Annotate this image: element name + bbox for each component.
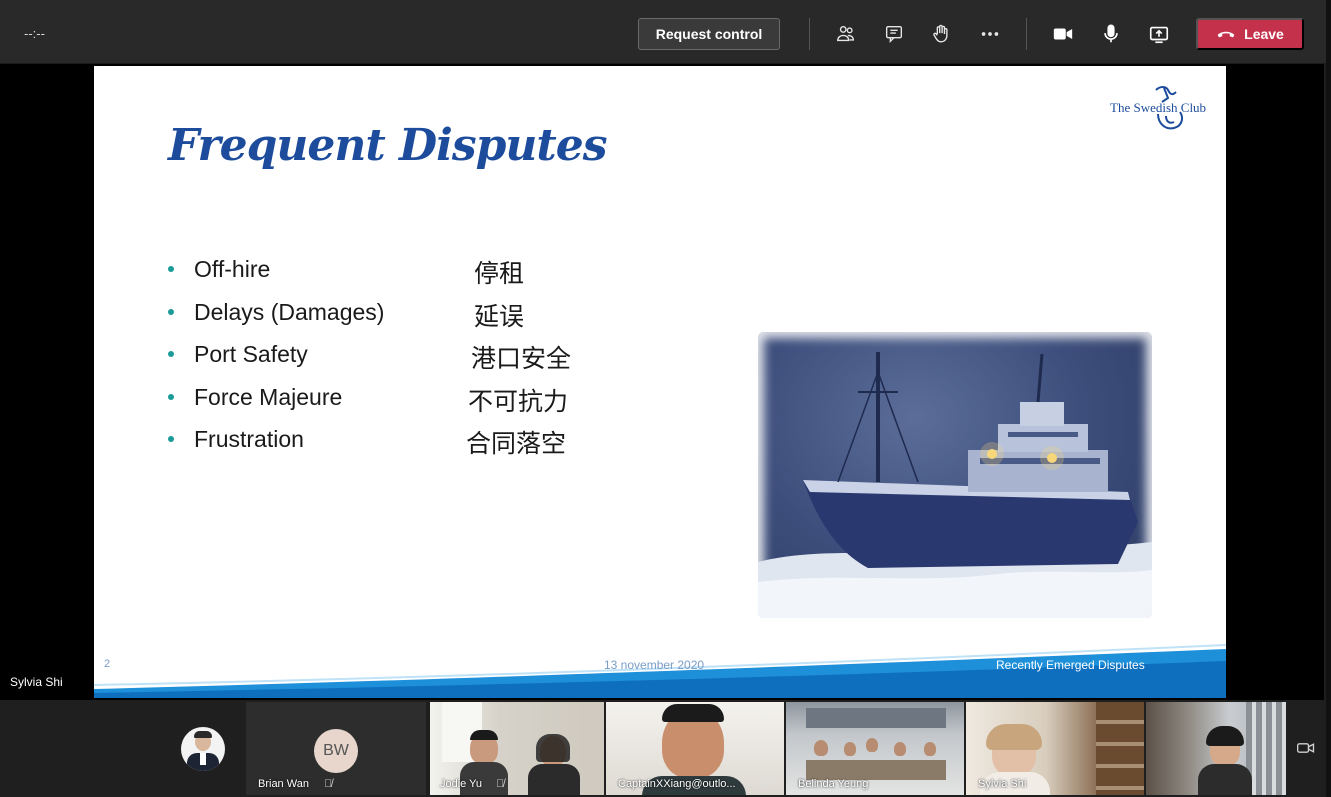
swedish-club-logo: The Swedish Club <box>1110 84 1214 140</box>
toolbar-divider <box>1026 18 1027 50</box>
bullet-text-zh: 不可抗力 <box>468 386 569 416</box>
participant-strip: BW Brian Wan 🎙̸ Jodie Yu 🎙̸ CaptainXXian… <box>0 700 1324 797</box>
participant-tile[interactable] <box>1146 702 1286 795</box>
presentation-slide: Frequent Disputes The Swedish Club Off-h… <box>94 66 1226 698</box>
participant-name: Jodie Yu <box>440 778 483 790</box>
presenter-name: Sylvia Shi <box>10 675 63 689</box>
bullet-list: Off-hire 停租 Delays (Damages) 延误 Port Saf… <box>164 254 624 467</box>
avatar: BW <box>314 729 358 773</box>
leave-button[interactable]: Leave <box>1196 18 1304 50</box>
request-control-button[interactable]: Request control <box>638 18 780 50</box>
bullet-dot <box>168 266 174 272</box>
more-options-icon[interactable] <box>976 20 1004 48</box>
bullet-item: Port Safety 港口安全 <box>164 339 624 382</box>
participant-name: CaptainXXiang@outlo... <box>618 778 736 790</box>
share-screen-icon[interactable] <box>1145 20 1173 48</box>
ship-illustration <box>758 352 1152 618</box>
bullet-text-en: Force Majeure <box>194 383 343 410</box>
bullet-item: Delays (Damages) 延误 <box>164 297 624 340</box>
bullet-text-en: Off-hire <box>194 256 271 282</box>
participant-tile[interactable]: Jodie Yu 🎙̸ <box>430 702 604 795</box>
bullet-text-zh: 停租 <box>474 259 525 288</box>
bullet-text-en: Port Safety <box>194 341 308 367</box>
mic-off-icon: 🎙̸ <box>760 778 769 790</box>
slide-title: Frequent Disputes <box>168 120 608 171</box>
logo-text: The Swedish Club <box>1110 100 1207 115</box>
shared-screen-stage: Frequent Disputes The Swedish Club Off-h… <box>0 64 1324 700</box>
meeting-timer: --:-- <box>24 26 45 41</box>
meeting-window: --:-- Request control Leave Frequent Dis… <box>0 0 1331 797</box>
icebreaker-ship-photo <box>758 332 1152 618</box>
bullet-text-zh: 延误 <box>474 301 525 331</box>
bullet-text-zh: 合同落空 <box>466 429 567 458</box>
bullet-dot <box>168 351 174 357</box>
slide-date: 13 november 2020 <box>604 658 705 672</box>
bullet-item: Frustration 合同落空 <box>164 424 624 467</box>
microphone-icon[interactable] <box>1097 20 1125 48</box>
people-icon[interactable] <box>832 20 860 48</box>
bullet-text-en: Delays (Damages) <box>194 298 385 325</box>
participant-tile[interactable]: Belinda Yeung <box>786 702 964 795</box>
bullet-item: Off-hire 停租 <box>164 254 624 297</box>
participant-tile[interactable]: Sylvia Shi <box>966 702 1144 795</box>
mic-off-icon: 🎙̸ <box>496 778 505 790</box>
window-edge <box>1326 0 1331 797</box>
bullet-item: Force Majeure 不可抗力 <box>164 382 624 425</box>
participant-tile[interactable]: BW Brian Wan 🎙̸ <box>246 702 426 795</box>
chat-icon[interactable] <box>880 20 908 48</box>
pop-out-video-icon[interactable] <box>1296 738 1316 758</box>
bullet-dot <box>168 436 174 442</box>
meeting-toolbar: --:-- Request control Leave <box>0 0 1331 64</box>
avatar <box>181 727 225 771</box>
slide-number: 2 <box>104 658 111 670</box>
slide-footer-title: Recently Emerged Disputes <box>996 658 1145 672</box>
participant-name: Brian Wan <box>258 778 309 790</box>
hang-up-icon <box>1216 26 1236 42</box>
participant-name: Belinda Yeung <box>798 778 869 790</box>
bullet-text-zh: 港口安全 <box>471 344 572 373</box>
mic-off-icon: 🎙̸ <box>324 778 333 790</box>
toolbar-divider <box>809 18 810 50</box>
camera-icon[interactable] <box>1049 20 1077 48</box>
bullet-text-en: Frustration <box>194 426 304 452</box>
raise-hand-icon[interactable] <box>927 20 955 48</box>
bullet-dot <box>168 393 174 400</box>
leave-label: Leave <box>1244 26 1284 42</box>
participant-tile[interactable] <box>162 702 244 795</box>
participant-name: Sylvia Shi <box>978 778 1027 790</box>
participant-tile[interactable]: CaptainXXiang@outlo... 🎙̸ <box>606 702 784 795</box>
bullet-dot <box>168 308 174 315</box>
